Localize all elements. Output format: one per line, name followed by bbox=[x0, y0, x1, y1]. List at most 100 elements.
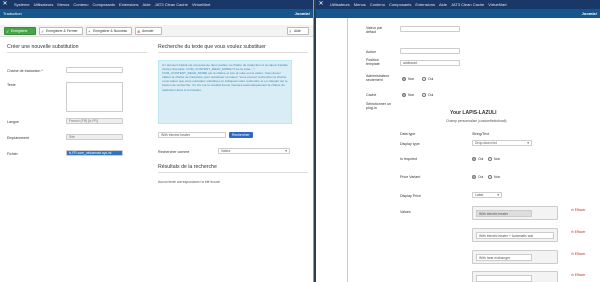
language-field: French (FR) [fr-FR] bbox=[66, 118, 123, 124]
menu-item[interactable]: Composants bbox=[389, 0, 411, 9]
remove-value-button[interactable]: ⊖ Effacer bbox=[571, 273, 585, 277]
admin-only-no-radio[interactable]: Non bbox=[402, 77, 414, 81]
plugin-subtitle: Champ personnalisé (customfieldsforall) bbox=[446, 119, 507, 123]
display-price-select[interactable]: Label ▾ bbox=[472, 192, 502, 198]
menu-item[interactable]: Extensions bbox=[119, 0, 139, 9]
display-type-select[interactable]: Drop-down list ▾ bbox=[472, 140, 532, 146]
plus-icon: + bbox=[88, 29, 91, 34]
joomla-logo-icon[interactable]: ✕ bbox=[2, 1, 8, 7]
chevron-down-icon: ▾ bbox=[497, 193, 499, 197]
save-close-button[interactable]: ✓ Enregistrer & Fermer bbox=[39, 27, 83, 35]
menu-item[interactable]: Contenu bbox=[73, 0, 88, 9]
value-input[interactable] bbox=[476, 275, 532, 282]
data-type-label: Data type bbox=[400, 132, 416, 136]
required-no-radio[interactable]: Non bbox=[488, 157, 500, 161]
joomla-logo-icon[interactable]: ✕ bbox=[318, 1, 324, 7]
menu-item[interactable]: Aide bbox=[439, 0, 447, 9]
radio-checked-icon bbox=[402, 77, 406, 81]
price-variant-yes-radio[interactable]: Oui bbox=[472, 175, 483, 179]
value-row bbox=[472, 271, 558, 282]
toolbar: ✓ Enregistrer ✓ Enregistrer & Fermer + Enre… bbox=[0, 25, 313, 37]
right-window: ✕ Utilisateurs Menus Contenu Composants Exten… bbox=[316, 0, 600, 282]
page-header-bar: Traduction Joomla! bbox=[0, 9, 313, 18]
menu-item[interactable]: Extensions bbox=[415, 0, 435, 9]
file-field[interactable]: fr-FR.com_virtuemart.sys.ini bbox=[66, 150, 123, 156]
radio-checked-icon bbox=[472, 175, 476, 179]
value-row: With electric heater + Automatic wat bbox=[472, 228, 558, 242]
search-input[interactable]: With electric heater bbox=[158, 132, 226, 138]
radio-icon bbox=[422, 77, 426, 81]
key-label: Chaîne de traduction * bbox=[7, 69, 43, 73]
text-textarea[interactable] bbox=[66, 82, 123, 112]
page-header-bar: Joomla! bbox=[316, 9, 600, 18]
radio-icon bbox=[488, 175, 492, 179]
help-button[interactable]: ? Aide bbox=[287, 27, 309, 35]
default-value-input[interactable] bbox=[400, 26, 460, 32]
search-heading: Recherche du texte que vous voulez subst… bbox=[158, 44, 266, 50]
value-row: With heat exchanger bbox=[472, 250, 558, 264]
template-position-label: Position template bbox=[366, 58, 380, 66]
joomla-brand: Joomla! bbox=[581, 11, 597, 16]
help-icon: ? bbox=[289, 29, 292, 34]
menu-item[interactable]: Menus bbox=[57, 0, 69, 9]
check-icon: ✓ bbox=[6, 29, 10, 34]
value-input[interactable]: With electric heater + Automatic wat bbox=[476, 232, 554, 239]
default-value-label: Valeur par défaut bbox=[366, 26, 383, 34]
search-button[interactable]: Rechercher bbox=[229, 132, 253, 138]
form-heading: Créer une nouvelle substitution bbox=[7, 44, 79, 50]
custom-field-form: Valeur par défaut Action Position templa… bbox=[350, 18, 600, 282]
save-new-button[interactable]: + Enregistrer & Nouveau bbox=[86, 27, 132, 35]
location-label: Emplacement bbox=[7, 136, 29, 140]
price-variant-label: Price Variant bbox=[400, 175, 421, 179]
menu-item[interactable]: Contenu bbox=[370, 0, 385, 9]
info-alert: Un élément traduit est composé de deux p… bbox=[158, 60, 292, 124]
plugin-select-label: Sélectionner un plug-in bbox=[366, 102, 391, 110]
menu-item[interactable]: VirtueMart bbox=[192, 0, 210, 9]
radio-icon bbox=[422, 93, 426, 97]
location-field: Site bbox=[66, 134, 123, 140]
admin-top-menu: ✕ Système Utilisateurs Menus Contenu Composan… bbox=[0, 0, 313, 9]
hidden-no-radio[interactable]: Non bbox=[402, 93, 414, 97]
remove-value-button[interactable]: ⊖ Effacer bbox=[571, 208, 585, 212]
text-label: Texte bbox=[7, 83, 16, 87]
display-price-label: Display Price bbox=[400, 194, 421, 198]
divider bbox=[158, 52, 308, 53]
menu-item[interactable]: Aide bbox=[143, 0, 151, 9]
no-results-text: Aucun texte correspondant n'a été trouvé bbox=[158, 180, 220, 184]
hidden-label: Caché bbox=[366, 93, 377, 97]
menu-item[interactable]: JAT3 Clean Cache bbox=[451, 0, 484, 9]
cancel-button[interactable]: ⊗ Annuler bbox=[135, 27, 162, 35]
admin-only-yes-radio[interactable]: Oui bbox=[422, 77, 433, 81]
side-panel bbox=[316, 18, 348, 282]
template-position-input[interactable]: addtocart bbox=[400, 60, 460, 66]
remove-value-button[interactable]: ⊖ Effacer bbox=[571, 252, 585, 256]
remove-value-button[interactable]: ⊖ Effacer bbox=[571, 230, 585, 234]
hidden-yes-radio[interactable]: Oui bbox=[422, 93, 433, 97]
chevron-down-icon: ▾ bbox=[285, 149, 287, 153]
menu-item[interactable]: VirtueMart bbox=[488, 0, 506, 9]
display-type-label: Display type bbox=[400, 142, 420, 146]
remove-icon: ⊖ bbox=[571, 252, 574, 256]
close-icon: ⊗ bbox=[137, 29, 141, 34]
check-icon: ✓ bbox=[41, 29, 45, 34]
remove-icon: ⊖ bbox=[571, 230, 574, 234]
menu-item[interactable]: Utilisateurs bbox=[34, 0, 54, 9]
menu-item[interactable]: Menus bbox=[354, 0, 366, 9]
action-input[interactable] bbox=[400, 48, 460, 54]
price-variant-no-radio[interactable]: Non bbox=[488, 175, 500, 179]
page-title: Traduction bbox=[3, 11, 22, 16]
key-input[interactable] bbox=[66, 67, 123, 73]
value-input[interactable]: With heat exchanger bbox=[476, 254, 532, 261]
save-button[interactable]: ✓ Enregistrer bbox=[4, 27, 36, 35]
menu-item[interactable]: Utilisateurs bbox=[330, 0, 350, 9]
menu-item[interactable]: JAT3 Clean Cache bbox=[155, 0, 188, 9]
data-type-value: String/Text bbox=[472, 132, 489, 136]
divider bbox=[158, 172, 308, 173]
language-label: Langue bbox=[7, 120, 19, 124]
value-input[interactable]: With electric heater bbox=[476, 210, 532, 217]
search-mode-select[interactable]: Valeur ▾ bbox=[218, 148, 290, 154]
menu-item[interactable]: Système bbox=[14, 0, 30, 9]
required-yes-radio[interactable]: Oui bbox=[472, 157, 483, 161]
admin-only-label: Administrateur seulement bbox=[366, 74, 390, 82]
menu-item[interactable]: Composants bbox=[93, 0, 115, 9]
